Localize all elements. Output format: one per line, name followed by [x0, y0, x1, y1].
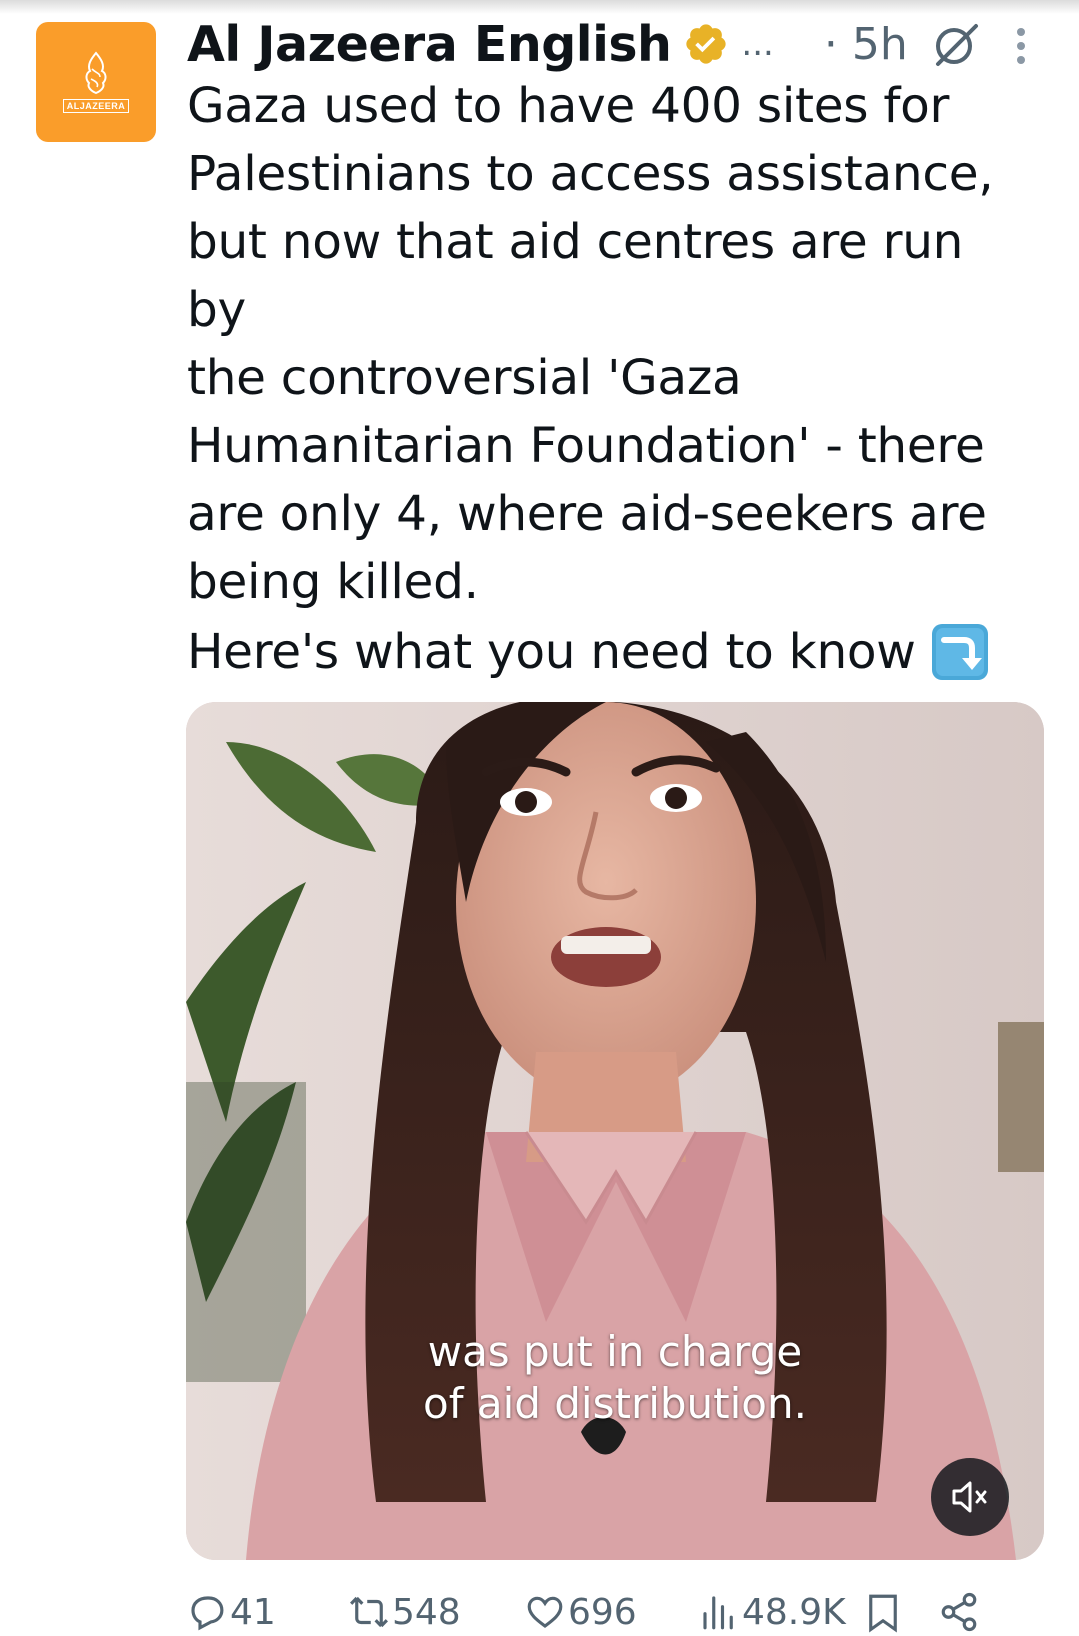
verified-badge-icon	[686, 24, 727, 64]
like-button[interactable]: 696	[524, 1588, 637, 1636]
reply-icon	[191, 1596, 224, 1631]
repost-button[interactable]: 548	[348, 1588, 461, 1636]
tweet-text: Gaza used to have 400 sites for Palestin…	[187, 78, 994, 610]
repost-count: 548	[392, 1591, 461, 1633]
bookmark-button[interactable]	[862, 1588, 906, 1636]
video-player[interactable]: was put in charge of aid distribution.	[186, 702, 1044, 1560]
view-count: 48.9K	[742, 1591, 846, 1633]
logo-text: ALJAZEERA	[62, 99, 130, 113]
top-shadow	[0, 0, 1079, 14]
reply-button[interactable]: 41	[186, 1588, 276, 1636]
repost-icon	[350, 1596, 388, 1628]
more-vertical-icon[interactable]	[1008, 24, 1034, 68]
tweet-header: Al Jazeera English ... · 5h	[187, 14, 1047, 74]
reply-count: 41	[230, 1591, 276, 1633]
video-frame	[186, 702, 1044, 1560]
like-count: 696	[568, 1591, 637, 1633]
tweet-time[interactable]: · 5h	[824, 19, 908, 70]
bookmark-icon	[869, 1594, 897, 1633]
tweet-actions: 41 548 696 48.9K	[186, 1588, 1066, 1636]
name-truncation: ...	[741, 24, 774, 64]
grok-icon[interactable]	[930, 18, 982, 70]
tweet-tail: Here's what you need to know	[187, 618, 990, 686]
author-name[interactable]: Al Jazeera English	[187, 16, 672, 73]
avatar[interactable]: ALJAZEERA	[36, 22, 156, 142]
views-button[interactable]: 48.9K	[698, 1588, 846, 1636]
aljazeera-logo-icon	[85, 51, 107, 95]
right-arrow-curving-down-emoji-icon	[931, 624, 988, 680]
heart-icon	[527, 1596, 563, 1628]
share-icon	[941, 1592, 977, 1632]
video-caption: was put in charge of aid distribution.	[423, 1327, 807, 1428]
share-button[interactable]	[938, 1588, 982, 1636]
tweet-tail-text: Here's what you need to know	[187, 624, 916, 680]
views-chart-icon	[703, 1596, 733, 1630]
volume-muted-icon	[952, 1481, 987, 1513]
mute-button[interactable]	[931, 1458, 1009, 1536]
